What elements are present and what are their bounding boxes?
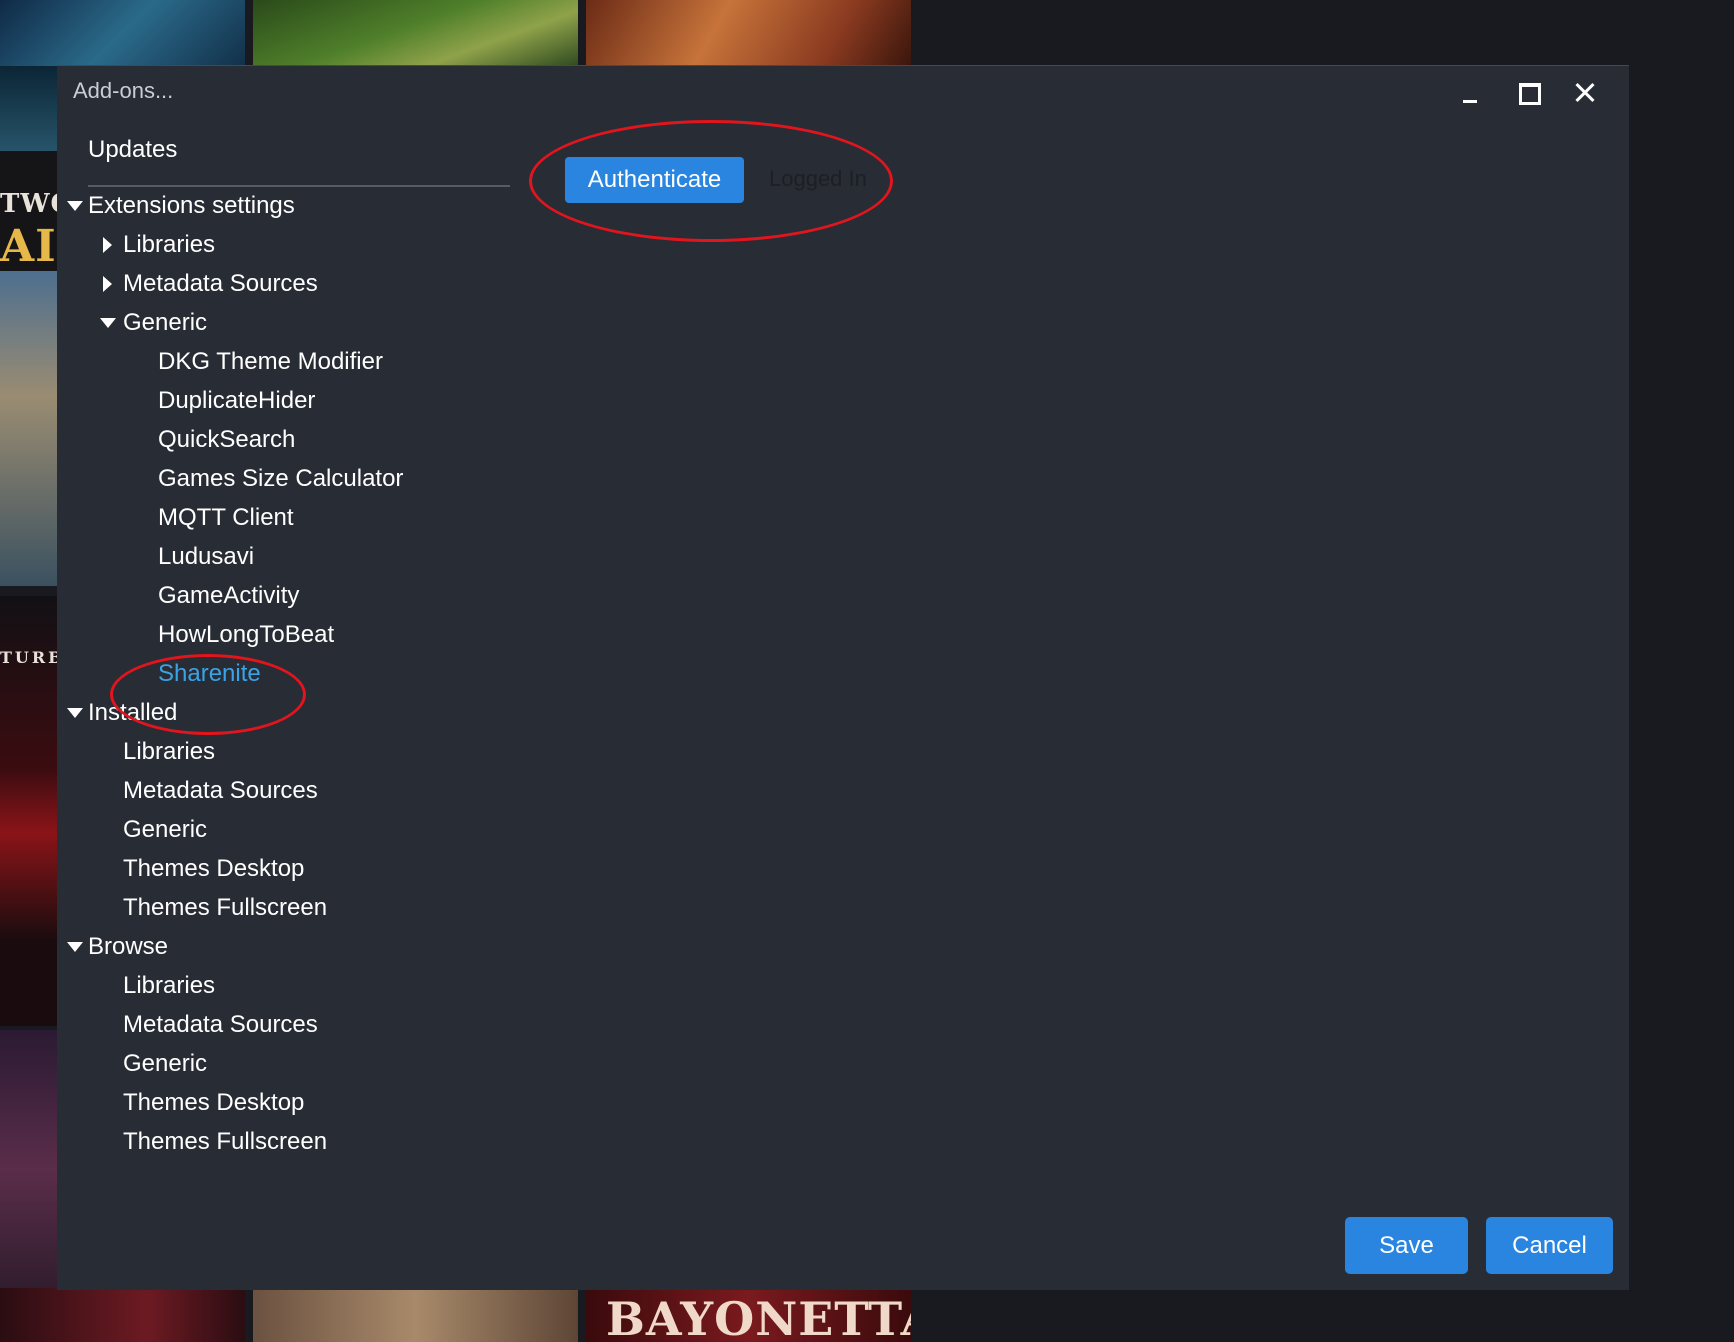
- tree-item-label: Themes Desktop: [123, 1089, 305, 1116]
- tree-item-label: Themes Desktop: [123, 855, 305, 882]
- tree-item-label: Libraries: [123, 738, 216, 765]
- tree-item-label: DuplicateHider: [158, 387, 316, 414]
- cover-text: AI: [0, 221, 57, 271]
- save-button[interactable]: Save: [1345, 1217, 1468, 1274]
- sidebar-item-updates[interactable]: Updates: [88, 136, 177, 164]
- tree-item-label: Generic: [123, 1050, 208, 1077]
- tree-item-label: DKG Theme Modifier: [158, 348, 383, 375]
- tree-item-label: Installed: [88, 699, 178, 726]
- cover-text: TURB: [0, 648, 57, 667]
- cancel-button[interactable]: Cancel: [1486, 1217, 1613, 1274]
- minimize-icon[interactable]: [1453, 76, 1489, 110]
- tree-item-label: Extensions settings: [88, 192, 295, 219]
- caret-down-icon[interactable]: [67, 201, 83, 211]
- background-cover: BAYONETTA: [586, 1288, 911, 1342]
- tree-item-label: Libraries: [123, 231, 216, 258]
- addons-window: Add-ons... Updates Extensions settings Li…: [57, 65, 1629, 1290]
- authenticate-button[interactable]: Authenticate: [565, 157, 744, 203]
- tree-item-label: QuickSearch: [158, 426, 296, 453]
- tree-item-label: Metadata Sources: [123, 1011, 318, 1038]
- tree-item-label: Games Size Calculator: [158, 465, 404, 492]
- cover-text: TWO: [0, 189, 57, 219]
- tree-item-label: Metadata Sources: [123, 777, 318, 804]
- tree-item-label: Sharenite: [158, 660, 261, 687]
- background-cover: [586, 0, 911, 66]
- cover-text: BAYONETTA: [606, 1292, 911, 1342]
- tree-item-label: Libraries: [123, 972, 216, 999]
- caret-down-icon[interactable]: [67, 942, 83, 952]
- background-cover: TURB: [0, 596, 57, 1026]
- maximize-icon[interactable]: [1510, 76, 1546, 110]
- background-cover: TWO AI: [0, 151, 57, 271]
- background-cover: [0, 66, 57, 151]
- tree-item-label: Themes Fullscreen: [123, 894, 328, 921]
- tree-item-label: MQTT Client: [158, 504, 294, 531]
- caret-right-icon[interactable]: [103, 276, 112, 292]
- caret-down-icon[interactable]: [67, 708, 83, 718]
- sidebar-divider: [88, 185, 510, 187]
- tree-item-label: Ludusavi: [158, 543, 255, 570]
- background-cover: [253, 1288, 578, 1342]
- tree-item-label: Generic: [123, 309, 208, 336]
- tree-item-label: Themes Fullscreen: [123, 1128, 328, 1155]
- tree-item-label: Generic: [123, 816, 208, 843]
- background-cover: [253, 0, 578, 66]
- login-status-text: Logged In: [769, 166, 867, 191]
- background-cover: [0, 271, 57, 586]
- window-title: Add-ons...: [73, 78, 174, 103]
- tree-item-label: GameActivity: [158, 582, 300, 609]
- tree-item-label: HowLongToBeat: [158, 621, 335, 648]
- close-icon[interactable]: [1567, 76, 1603, 110]
- caret-down-icon[interactable]: [100, 318, 116, 328]
- tree-item-label: Browse: [88, 933, 169, 960]
- caret-right-icon[interactable]: [103, 237, 112, 253]
- background-cover: [0, 1288, 245, 1342]
- tree-item-label: Metadata Sources: [123, 270, 318, 297]
- background-cover: [0, 0, 245, 66]
